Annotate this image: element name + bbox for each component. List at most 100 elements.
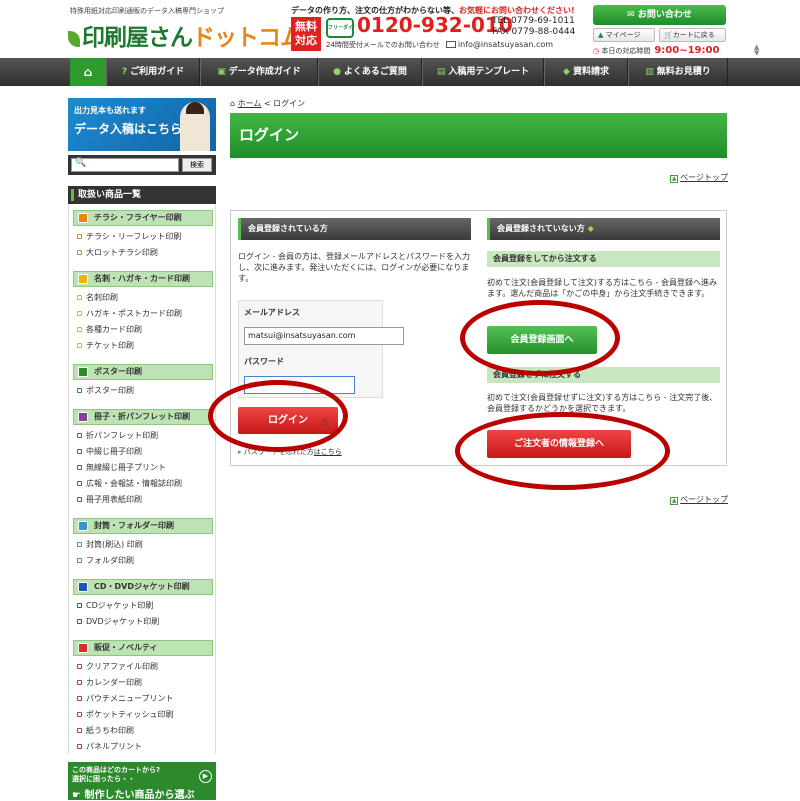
sidebar: 出力見本も送れます データ入稿はこちら 🔍 検索 取扱い商品一覧 チラシ・フライ…: [68, 98, 216, 801]
category-item[interactable]: カレンダー印刷: [77, 677, 142, 688]
category-header[interactable]: ポスター印刷: [73, 364, 213, 380]
category-item-label: ポケットティッシュ印刷: [86, 710, 174, 719]
category-item-label: 広報・会報誌・情報誌印刷: [86, 479, 182, 488]
register-description: 初めて注文(会員登録して注文)する方はこちら - 会員登録へ進みます。選んだ商品…: [487, 278, 717, 298]
search-button[interactable]: 検索: [182, 158, 212, 172]
category-item[interactable]: 無線綴じ冊子プリント: [77, 462, 166, 473]
category-item[interactable]: 折パンフレット印刷: [77, 430, 158, 441]
bullet-icon: [77, 744, 82, 749]
category-item[interactable]: クリアファイル印刷: [77, 661, 158, 672]
email-label: メールアドレス: [244, 308, 300, 317]
up-arrow-icon: ▲: [670, 175, 679, 183]
hours-value: 9:00~19:00: [654, 45, 720, 56]
breadcrumb: ⌂ ホーム < ログイン: [230, 98, 305, 109]
category-item[interactable]: フォルダ印刷: [77, 555, 134, 566]
category-item[interactable]: 中綴じ冊子印刷: [77, 446, 142, 457]
up-arrow-icon: ▲: [670, 497, 679, 505]
contact-button-label: お問い合わせ: [637, 10, 692, 20]
category-item[interactable]: ポケットティッシュ印刷: [77, 709, 174, 720]
category-item-label: CDジャケット印刷: [86, 601, 154, 610]
bullet-icon: [77, 558, 82, 563]
email-link[interactable]: info@insatsuyasan.com: [458, 40, 553, 49]
category-title: 冊子・折パンフレット印刷: [94, 412, 191, 421]
nav-faq[interactable]: ● よくあるご質問: [318, 58, 422, 86]
guest-order-button[interactable]: ご注文者の情報登録へ: [487, 430, 631, 458]
category-item[interactable]: 紙うちわ印刷: [77, 725, 134, 736]
nav-usage-guide[interactable]: ? ご利用ガイド: [106, 58, 200, 86]
category-item[interactable]: ハガキ・ポストカード印刷: [77, 308, 182, 319]
category-header[interactable]: 名刺・ハガキ・カード印刷: [73, 271, 213, 287]
login-panel: 会員登録されている方 ログイン - 会員の方は、登録メールアドレスとパスワードを…: [230, 210, 727, 466]
footer-line1: この商品はどのカートから?: [72, 766, 161, 774]
choose-product-banner[interactable]: この商品はどのカートから? 選択に困ったら・・ ☛ 制作したい商品から選ぶ ▶: [68, 762, 216, 801]
breadcrumb-current: < ログイン: [263, 99, 306, 108]
nav-label: ご利用ガイド: [130, 67, 185, 77]
bullet-icon: [77, 696, 82, 701]
free-line2: 対応: [295, 34, 317, 47]
category-item[interactable]: 名刺印刷: [77, 292, 118, 303]
category-header[interactable]: チラシ・フライヤー印刷: [73, 210, 213, 226]
nav-home[interactable]: ⌂: [70, 58, 106, 86]
category-item[interactable]: チラシ・リーフレット印刷: [77, 231, 181, 242]
category-item[interactable]: ポスター印刷: [77, 385, 134, 396]
pagetop-link[interactable]: ▲ ページトップ: [670, 494, 728, 505]
cart-button[interactable]: 🛒カートに戻る: [659, 28, 726, 42]
category-item[interactable]: パウチメニュープリント: [77, 693, 174, 704]
bullet-icon: [77, 664, 82, 669]
contact-button[interactable]: ✉ お問い合わせ: [593, 5, 726, 25]
password-field[interactable]: •••••••: [244, 376, 355, 394]
mypage-button[interactable]: ▲ マイページ: [593, 28, 655, 42]
site-logo[interactable]: 印刷屋さんドットコム®: [68, 18, 310, 52]
guest-subheading: 会員登録せずに注文する: [487, 367, 720, 383]
nav-brochure-request[interactable]: ◆ 資料請求: [544, 58, 628, 86]
phone-number[interactable]: 0120-932-010: [357, 13, 513, 37]
bullet-icon: [77, 603, 82, 608]
nav-free-quote[interactable]: ▥ 無料お見積り: [628, 58, 728, 86]
mail-contact: 24時間受付メールでのお問い合わせ info@insatsuyasan.com: [326, 40, 553, 50]
bullet-icon: [77, 619, 82, 624]
tel-number: TEL 0779-69-1011: [492, 16, 575, 26]
category-header[interactable]: 冊子・折パンフレット印刷: [73, 409, 213, 425]
mypage-label: マイページ: [605, 31, 641, 39]
category-item-label: 折パンフレット印刷: [86, 431, 159, 440]
staff-photo: [180, 102, 210, 151]
category-title: CD・DVDジャケット印刷: [94, 582, 190, 591]
category-item[interactable]: 大ロットチラシ印刷: [77, 247, 158, 258]
category-header[interactable]: 封筒・フォルダー印刷: [73, 518, 213, 534]
cart-label: カートに戻る: [672, 31, 715, 39]
footer-line2: 選択に困ったら・・: [72, 775, 135, 783]
search-input[interactable]: [71, 158, 179, 172]
category-icon: [78, 412, 88, 422]
leaf-icon: [68, 31, 80, 47]
category-item[interactable]: CDジャケット印刷: [77, 600, 153, 611]
email-field[interactable]: matsui@insatsuyasan.com: [244, 327, 404, 345]
pointing-hand-icon: ☛: [72, 790, 85, 801]
category-item[interactable]: 各種カード印刷: [77, 324, 142, 335]
category-item[interactable]: 封筒(刷込) 印刷: [77, 539, 143, 550]
category-header[interactable]: 販促・ノベルティ: [73, 640, 213, 656]
nav-templates[interactable]: ▤ 入稿用テンプレート: [422, 58, 544, 86]
bullet-icon: [77, 728, 82, 733]
breadcrumb-home[interactable]: ホーム: [238, 99, 262, 108]
nav-label: よくあるご質問: [343, 67, 407, 77]
logo-main: 印刷屋さん: [82, 25, 193, 51]
category-item-label: パウチメニュープリント: [86, 694, 174, 703]
category-item[interactable]: チケット印刷: [77, 340, 134, 351]
password-label: パスワード: [244, 357, 284, 366]
category-item[interactable]: 広報・会報誌・情報誌印刷: [77, 478, 182, 489]
guest-heading: 会員登録されていない方 ◆: [487, 218, 720, 240]
footer-big-text: ☛ 制作したい商品から選ぶ: [72, 786, 212, 801]
category-header[interactable]: CD・DVDジャケット印刷: [73, 579, 213, 595]
category-item[interactable]: DVDジャケット印刷: [77, 616, 159, 627]
register-button[interactable]: 会員登録画面へ: [487, 326, 597, 354]
nav-data-guide[interactable]: ▣ データ作成ガイド: [200, 58, 318, 86]
tagline: 特殊用紙対応印刷通販のデータ入稿専門ショップ: [70, 7, 224, 15]
scroll-arrows-icon[interactable]: ▲ ▼: [754, 44, 759, 57]
category-item[interactable]: パネルプリント: [77, 741, 142, 752]
pagetop-link[interactable]: ▲ ページトップ: [670, 172, 728, 183]
bullet-icon: [77, 712, 82, 717]
cart-icon: 🛒: [664, 31, 673, 39]
category-item[interactable]: 冊子用表紙印刷: [77, 494, 142, 505]
data-upload-banner[interactable]: 出力見本も送れます データ入稿はこちら: [68, 98, 216, 151]
forgot-link[interactable]: はこちら: [314, 448, 342, 456]
